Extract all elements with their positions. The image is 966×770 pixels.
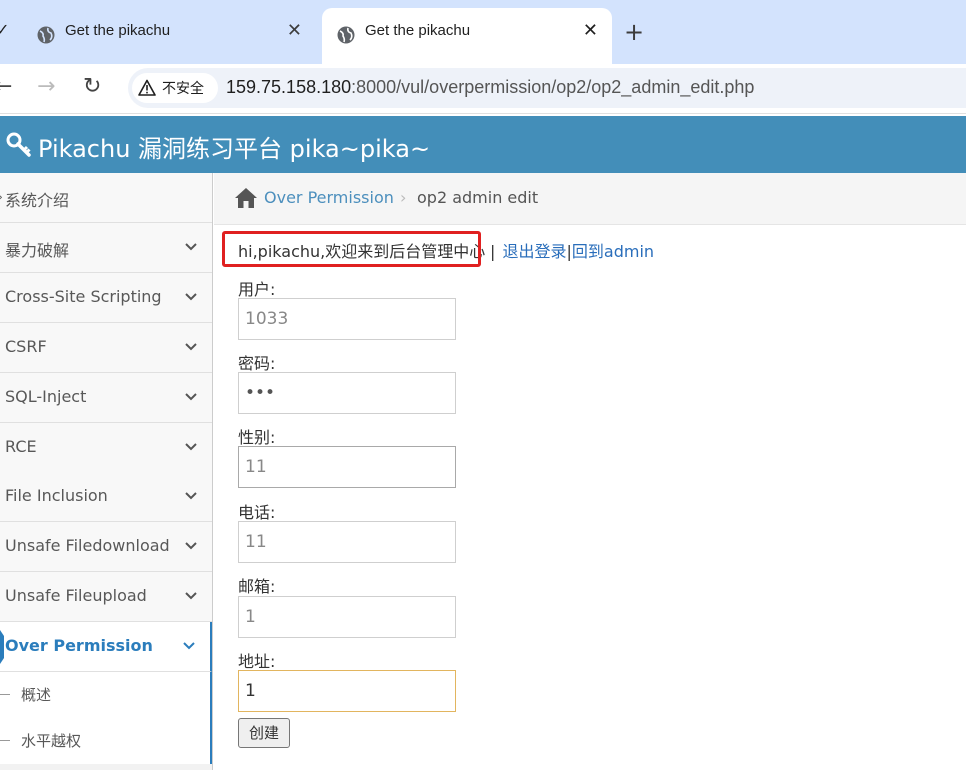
user-actions: | 退出登录|回到admin — [488, 238, 654, 262]
phone-label: 电话: — [238, 503, 276, 522]
browser-tab-strip: ✓ Get the pikachu ✕ Get the pikachu ✕ + — [0, 0, 966, 64]
breadcrumb-link-over-permission[interactable]: Over Permission — [264, 188, 394, 207]
separator: | — [490, 242, 496, 261]
create-button[interactable]: 创建 — [238, 718, 290, 748]
chevron-right-icon: › — [0, 190, 3, 204]
url-text[interactable]: 159.75.158.180:8000/vul/overpermission/o… — [226, 77, 754, 98]
sidebar-item-label: Unsafe Fileupload — [5, 586, 147, 605]
sidebar-subitem-horizontal[interactable]: 水平越权 — [0, 718, 212, 764]
tab-title: Get the pikachu — [65, 22, 171, 39]
chevron-down-icon — [185, 592, 197, 600]
security-chip[interactable]: 不安全 — [132, 73, 218, 103]
browser-toolbar: ← → ↻ 不安全 159.75.158.180:8000/vul/overpe… — [0, 64, 966, 114]
chevron-down-icon — [183, 642, 195, 650]
sidebar-item-xss[interactable]: Cross-Site Scripting — [0, 273, 212, 323]
sidebar-item-bruteforce[interactable]: 暴力破解 — [0, 223, 212, 273]
email-field[interactable]: 1 — [238, 596, 456, 638]
address-field[interactable]: 1 — [238, 670, 456, 712]
tab-title: Get the pikachu — [365, 22, 471, 39]
sidebar-item-unsafe-fileupload[interactable]: Unsafe Fileupload — [0, 572, 212, 622]
security-label: 不安全 — [162, 81, 204, 97]
chevron-down-icon — [185, 343, 197, 351]
warning-icon — [138, 79, 156, 96]
site-header: Pikachu 漏洞练习平台 pika~pika~ — [0, 116, 966, 173]
chevron-down-icon — [185, 243, 197, 251]
sidebar-item-label: Over Permission — [5, 636, 153, 655]
close-icon[interactable]: ✕ — [287, 20, 302, 42]
site-title: Pikachu 漏洞练习平台 pika~pika~ — [38, 135, 431, 163]
gender-label: 性别: — [238, 428, 276, 447]
sidebar-subitem-label: 水平越权 — [21, 732, 82, 750]
logout-link[interactable]: 退出登录 — [502, 242, 566, 261]
tree-dash — [0, 694, 10, 695]
sidebar-item-intro[interactable]: › 系统介绍 — [0, 173, 212, 223]
sidebar-item-label: File Inclusion — [5, 486, 108, 505]
breadcrumb: Over Permission › op2 admin edit — [214, 173, 966, 225]
email-label: 邮箱: — [238, 577, 276, 596]
username-label: 用户: — [238, 280, 276, 299]
home-icon[interactable] — [234, 187, 258, 209]
chevron-down-icon — [185, 542, 197, 550]
sidebar-item-sqli[interactable]: SQL-Inject — [0, 373, 212, 423]
address-label: 地址: — [238, 652, 276, 671]
breadcrumb-current: op2 admin edit — [417, 188, 539, 207]
url-host: 159.75.158.180 — [226, 77, 352, 97]
sidebar-item-label: RCE — [5, 437, 37, 456]
sidebar-item-over-permission[interactable]: Over Permission — [0, 622, 212, 672]
address-bar[interactable]: 不安全 159.75.158.180:8000/vul/overpermissi… — [128, 68, 966, 108]
sidebar-item-label: 暴力破解 — [5, 241, 70, 260]
url-path: :8000/vul/overpermission/op2/op2_admin_e… — [351, 77, 755, 97]
sidebar-subitem-label: 概述 — [21, 686, 52, 704]
sidebar-item-label: CSRF — [5, 337, 47, 356]
new-tab-icon[interactable]: + — [624, 18, 644, 46]
reload-icon[interactable]: ↻ — [83, 74, 101, 100]
password-field[interactable]: ••• — [238, 372, 456, 414]
sidebar: › 系统介绍 暴力破解 Cross-Site Scripting CSRF SQ… — [0, 173, 213, 770]
close-icon[interactable]: ✕ — [583, 20, 598, 42]
gender-field[interactable]: 11 — [238, 446, 456, 488]
sidebar-item-label: 系统介绍 — [5, 191, 70, 210]
breadcrumb-separator: › — [400, 188, 407, 207]
chevron-down-icon — [185, 393, 197, 401]
chevron-down-icon — [185, 293, 197, 301]
browser-tab-2[interactable]: Get the pikachu ✕ — [322, 8, 612, 64]
browser-tab-1[interactable]: Get the pikachu ✕ — [22, 8, 316, 64]
sidebar-item-label: Unsafe Filedownload — [5, 536, 170, 555]
sidebar-item-label: SQL-Inject — [5, 387, 87, 406]
sidebar-item-unsafe-filedownload[interactable]: Unsafe Filedownload — [0, 522, 212, 572]
phone-field[interactable]: 11 — [238, 521, 456, 563]
globe-icon — [37, 26, 55, 44]
tab-list-chevron-icon[interactable]: ✓ — [0, 20, 9, 39]
back-to-admin-link[interactable]: 回到admin — [572, 242, 654, 261]
password-label: 密码: — [238, 354, 276, 373]
highlight-annotation — [222, 231, 481, 267]
username-field[interactable]: 1033 — [238, 298, 456, 340]
sidebar-subitem-overview[interactable]: 概述 — [0, 672, 212, 718]
chevron-down-icon — [185, 443, 197, 451]
sidebar-item-csrf[interactable]: CSRF — [0, 323, 212, 373]
sidebar-item-label: Cross-Site Scripting — [5, 287, 162, 306]
globe-icon — [337, 26, 355, 44]
forward-arrow-icon[interactable]: → — [37, 74, 55, 100]
sidebar-item-rce[interactable]: RCE — [0, 423, 212, 473]
back-arrow-icon[interactable]: ← — [0, 74, 12, 100]
sidebar-item-file-inclusion[interactable]: File Inclusion — [0, 472, 212, 522]
key-icon — [6, 132, 31, 157]
chevron-down-icon — [185, 492, 197, 500]
tree-dash — [0, 740, 10, 741]
